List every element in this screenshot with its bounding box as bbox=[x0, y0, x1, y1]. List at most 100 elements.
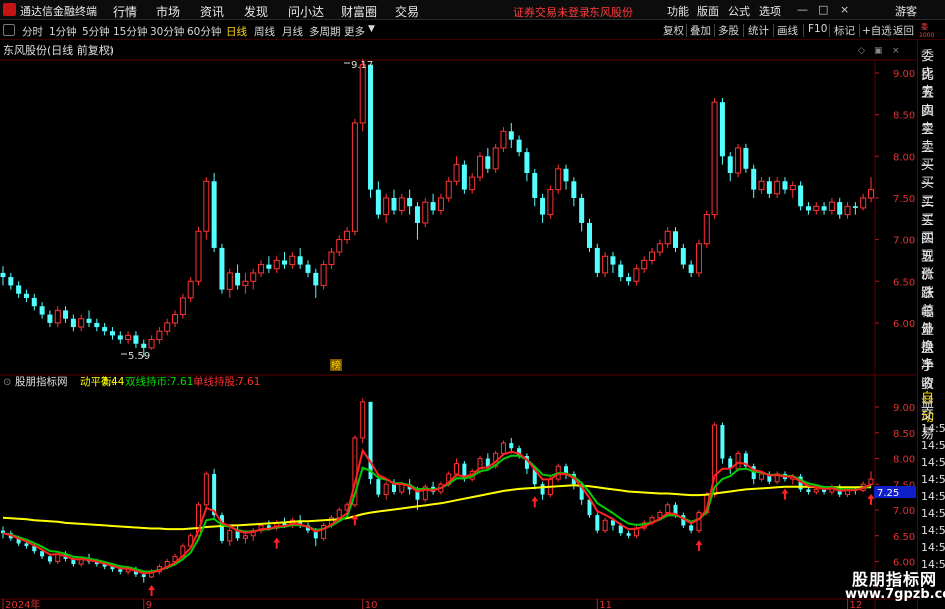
menu-item-fortune[interactable]: 财富圈 bbox=[341, 3, 377, 20]
tool-adjust-button[interactable]: 复权 bbox=[663, 23, 684, 38]
indicator-tick-label: 9.00 bbox=[893, 403, 915, 414]
indicator-settings-icon[interactable]: ⊙ bbox=[3, 377, 11, 388]
signal-arrows bbox=[148, 488, 875, 596]
buy-arrow-icon bbox=[531, 496, 539, 508]
period-tab-daily[interactable]: 日线 bbox=[226, 24, 247, 39]
candle bbox=[695, 243, 702, 274]
period-tab-monthly[interactable]: 月线 bbox=[282, 24, 303, 39]
guest-label[interactable]: 游客 bbox=[895, 3, 917, 19]
menu-item-trade[interactable]: 交易 bbox=[395, 3, 419, 20]
candle bbox=[125, 334, 132, 341]
tool-draw-button[interactable]: 画线 bbox=[777, 23, 798, 38]
indicator-candle bbox=[24, 543, 29, 547]
indicator-candle bbox=[500, 442, 506, 454]
minimize-icon[interactable]: — bbox=[797, 3, 808, 16]
date-tick-label: 2024年 bbox=[5, 598, 40, 609]
quote-side-panel: 委比 卖五 卖四 卖三 卖二 卖一 买一 买二 买三 买四 买五 现价 涨跌 涨幅 总量 外盘 换手 净资 收益 自动… bbox=[917, 41, 945, 609]
menu-item-quotes[interactable]: 行情 bbox=[113, 3, 137, 20]
candle bbox=[813, 205, 820, 211]
indicator-candle bbox=[360, 401, 366, 439]
candle bbox=[445, 180, 452, 199]
period-tab-5min[interactable]: 5分钟 bbox=[82, 24, 110, 39]
candle bbox=[461, 164, 467, 190]
candle bbox=[211, 181, 217, 248]
low-price-label: 5.59 bbox=[128, 351, 150, 362]
period-tab-multi[interactable]: 多周期 bbox=[309, 24, 341, 39]
divider bbox=[686, 24, 687, 37]
price-tick-label: 8.50 bbox=[893, 111, 915, 122]
menu-item-discover[interactable]: 发现 bbox=[244, 3, 268, 20]
menu-item-formula[interactable]: 公式 bbox=[728, 3, 750, 19]
indicator-lines bbox=[2, 448, 872, 575]
period-tab-15min[interactable]: 15分钟 bbox=[113, 24, 147, 39]
candle bbox=[273, 259, 280, 270]
candle bbox=[328, 251, 335, 266]
indicator-candle bbox=[391, 484, 396, 492]
candle bbox=[320, 264, 327, 286]
menu-item-options[interactable]: 选项 bbox=[759, 3, 781, 19]
indicator-candle bbox=[689, 525, 694, 531]
tool-overlay-button[interactable]: 叠加 bbox=[690, 23, 711, 38]
period-tab-more[interactable]: 更多 bbox=[344, 24, 365, 39]
candle bbox=[187, 280, 194, 299]
menu-item-layout[interactable]: 版面 bbox=[697, 3, 719, 19]
menu-item-ask[interactable]: 问小达 bbox=[288, 3, 324, 20]
side-header-top: 委 bbox=[921, 23, 928, 31]
period-tab-60min[interactable]: 60分钟 bbox=[187, 24, 221, 39]
high-price-label: 9.17 bbox=[351, 60, 373, 71]
indicator-candle bbox=[813, 488, 819, 493]
candle bbox=[94, 322, 100, 328]
tool-f10-button[interactable]: F10 bbox=[808, 23, 827, 35]
candle bbox=[469, 176, 476, 191]
candle bbox=[133, 335, 139, 344]
tool-stats-button[interactable]: 统计 bbox=[748, 23, 769, 38]
login-notice[interactable]: 证券交易未登录 bbox=[513, 4, 590, 20]
double-label: 双线持币: bbox=[125, 375, 171, 388]
candle bbox=[743, 147, 749, 169]
period-tab-1min[interactable]: 1分钟 bbox=[49, 24, 77, 39]
candle bbox=[649, 251, 656, 261]
buy-arrow-icon bbox=[867, 493, 875, 505]
candle bbox=[852, 206, 858, 208]
tool-mark-button[interactable]: 标记 bbox=[834, 23, 855, 38]
candle bbox=[164, 322, 171, 332]
app-title: 通达信金融终端 bbox=[20, 5, 97, 18]
indicator-candle bbox=[203, 473, 209, 506]
trade-time: 14:56 bbox=[921, 541, 945, 554]
price-tick-label: 6.50 bbox=[893, 277, 915, 288]
tool-multistock-button[interactable]: 多股 bbox=[718, 23, 739, 38]
diamond-icon[interactable]: ◇ bbox=[858, 46, 865, 56]
indicator-name: 股朋指标网 bbox=[15, 375, 68, 388]
notice-stock[interactable]: 东风股份 bbox=[589, 4, 633, 20]
trade-time: 14:56 bbox=[921, 422, 945, 435]
candle bbox=[563, 168, 569, 182]
close-icon[interactable]: × bbox=[840, 3, 849, 16]
candle bbox=[719, 102, 725, 157]
date-tick-label: 11 bbox=[599, 600, 612, 609]
menu-item-function[interactable]: 功能 bbox=[667, 3, 689, 19]
more-dropdown-icon[interactable]: ▼ bbox=[368, 24, 375, 34]
tool-back-button[interactable]: 返回 bbox=[893, 23, 914, 38]
candle bbox=[430, 202, 436, 211]
tool-add-watchlist-button[interactable]: +自选 bbox=[862, 23, 892, 38]
candle bbox=[727, 156, 733, 173]
candle bbox=[422, 201, 429, 224]
period-tab-timeshare[interactable]: 分时 bbox=[22, 24, 43, 39]
candle bbox=[485, 156, 491, 169]
candle bbox=[688, 264, 694, 273]
chart-settings-icon[interactable]: ⊙ bbox=[104, 44, 113, 57]
maximize-icon[interactable]: □ bbox=[818, 3, 828, 16]
date-tick-label: 9 bbox=[146, 600, 152, 609]
panel-toggle-icon[interactable] bbox=[3, 24, 15, 36]
period-tab-weekly[interactable]: 周线 bbox=[254, 24, 275, 39]
indicator-candle bbox=[118, 569, 123, 572]
candle bbox=[54, 309, 61, 324]
close-panel-icon[interactable]: × bbox=[892, 46, 900, 56]
kline-chart[interactable]: 东风股份(日线 前复权) ⊙ ◇ ▣ × 9.00 8.50 8.00 7.50 7.0… bbox=[0, 41, 945, 609]
menu-item-news[interactable]: 资讯 bbox=[200, 3, 224, 20]
menu-item-market[interactable]: 市场 bbox=[156, 3, 180, 20]
zoom-icon[interactable]: ▣ bbox=[874, 46, 883, 56]
candle bbox=[63, 310, 69, 319]
candle bbox=[156, 330, 163, 341]
period-tab-30min[interactable]: 30分钟 bbox=[150, 24, 184, 39]
